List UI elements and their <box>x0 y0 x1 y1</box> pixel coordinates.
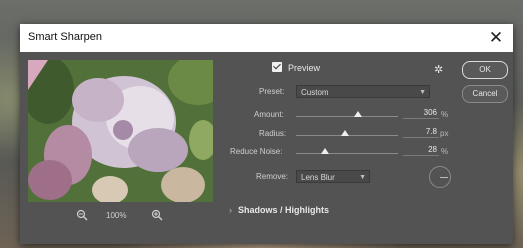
title-bar: Smart Sharpen ✕ <box>20 24 513 52</box>
amount-unit: % <box>441 110 449 119</box>
zoom-out-icon[interactable] <box>76 209 88 221</box>
shadows-highlights-section[interactable]: › Shadows / Highlights <box>229 205 329 215</box>
dialog-title: Smart Sharpen <box>28 31 102 43</box>
remove-label: Remove: <box>256 172 289 181</box>
radius-label: Radius: <box>259 129 287 138</box>
chevron-down-icon: ▼ <box>359 174 366 181</box>
zoom-in-icon[interactable] <box>151 209 163 221</box>
flower-preview-graphic <box>28 60 213 202</box>
zoom-level: 100% <box>106 211 127 220</box>
remove-value: Lens Blur <box>301 173 335 182</box>
amount-field[interactable]: 306 <box>403 107 439 119</box>
close-icon[interactable]: ✕ <box>485 27 507 49</box>
preview-image[interactable] <box>28 60 213 202</box>
remove-select[interactable]: Lens Blur ▼ <box>296 170 370 183</box>
chevron-down-icon: ▼ <box>419 89 426 96</box>
reduce-noise-label: Reduce Noise: <box>230 147 283 156</box>
reduce-noise-field[interactable]: 28 <box>403 144 439 156</box>
section-label: Shadows / Highlights <box>238 205 330 215</box>
reduce-noise-slider-thumb[interactable] <box>320 148 329 154</box>
ok-button[interactable]: OK <box>462 61 508 79</box>
preset-value: Custom <box>301 88 329 97</box>
radius-unit: px <box>440 129 449 138</box>
gear-icon[interactable]: ✲ <box>434 63 443 76</box>
preset-label: Preset: <box>259 87 285 96</box>
cancel-button[interactable]: Cancel <box>462 85 508 103</box>
preview-label: Preview <box>288 63 321 73</box>
preset-select[interactable]: Custom ▼ <box>296 85 430 98</box>
angle-dial[interactable] <box>429 166 451 188</box>
radius-field[interactable]: 7.8 <box>403 126 439 138</box>
reduce-noise-slider-track[interactable] <box>296 153 398 154</box>
zoom-bar: 100% <box>76 209 196 223</box>
reduce-noise-unit: % <box>441 147 449 156</box>
amount-label: Amount: <box>254 110 284 119</box>
amount-slider-track[interactable] <box>296 116 398 117</box>
chevron-right-icon: › <box>229 205 232 215</box>
preview-checkbox[interactable] <box>272 62 282 72</box>
amount-slider-thumb[interactable] <box>354 111 363 117</box>
radius-slider-thumb[interactable] <box>340 130 349 136</box>
